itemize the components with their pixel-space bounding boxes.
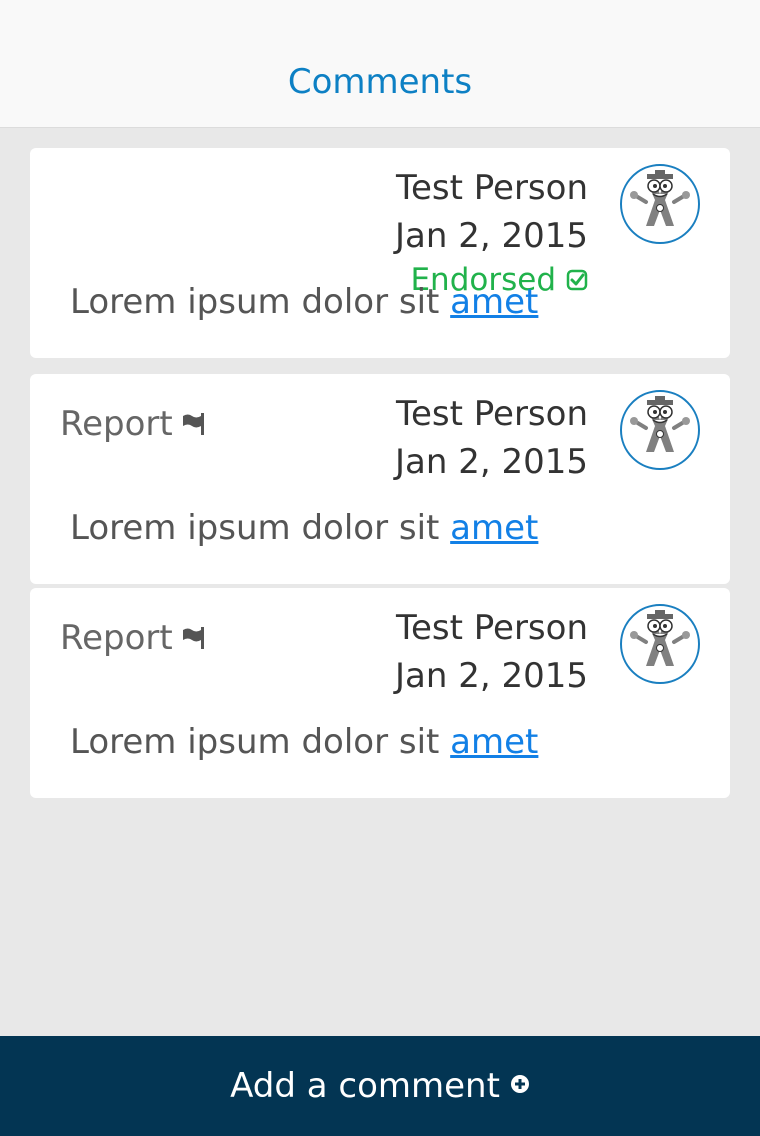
comment-date: Jan 2, 2015 xyxy=(395,656,588,696)
student-mascot-avatar[interactable] xyxy=(620,164,700,244)
comment-body-link[interactable]: amet xyxy=(450,508,538,548)
flag-icon xyxy=(181,626,207,650)
comment-card: Report Test Person Jan 2, 2015 Lorem ips… xyxy=(30,588,730,798)
add-comment-label: Add a comment xyxy=(230,1066,500,1106)
header-bar: Comments xyxy=(0,0,760,128)
comment-card: Report Test Person Jan 2, 2015 Lorem ips… xyxy=(30,374,730,584)
comment-body-text: Lorem ipsum dolor sit xyxy=(70,508,451,548)
check-square-icon xyxy=(566,269,588,291)
comment-body: Lorem ipsum dolor sit amet xyxy=(70,506,538,550)
comment-body-link[interactable]: amet xyxy=(450,282,538,322)
report-label: Report xyxy=(60,404,173,444)
report-button[interactable]: Report xyxy=(60,616,207,660)
comment-body-text: Lorem ipsum dolor sit xyxy=(70,722,451,762)
report-button[interactable]: Report xyxy=(60,402,207,446)
plus-circle-icon xyxy=(510,1074,530,1098)
comment-author: Test Person xyxy=(395,608,588,648)
report-label: Report xyxy=(60,618,173,658)
comment-body: Lorem ipsum dolor sit amet xyxy=(70,280,538,324)
add-comment-button[interactable]: Add a comment xyxy=(0,1036,760,1136)
comment-body-link[interactable]: amet xyxy=(450,722,538,762)
flag-icon xyxy=(181,412,207,436)
comment-date: Jan 2, 2015 xyxy=(395,442,588,482)
comment-date: Jan 2, 2015 xyxy=(395,216,588,256)
page-title: Comments xyxy=(287,62,473,102)
comments-screen: Comments Test Person Jan 2, 2015 Endorse… xyxy=(0,0,760,1136)
comment-author: Test Person xyxy=(395,394,588,434)
student-mascot-avatar[interactable] xyxy=(620,604,700,684)
comment-body-text: Lorem ipsum dolor sit xyxy=(70,282,451,322)
comment-author: Test Person xyxy=(395,168,588,208)
student-mascot-avatar[interactable] xyxy=(620,390,700,470)
comment-body: Lorem ipsum dolor sit amet xyxy=(70,720,538,764)
comment-card: Test Person Jan 2, 2015 Endorsed Lorem i… xyxy=(30,148,730,358)
